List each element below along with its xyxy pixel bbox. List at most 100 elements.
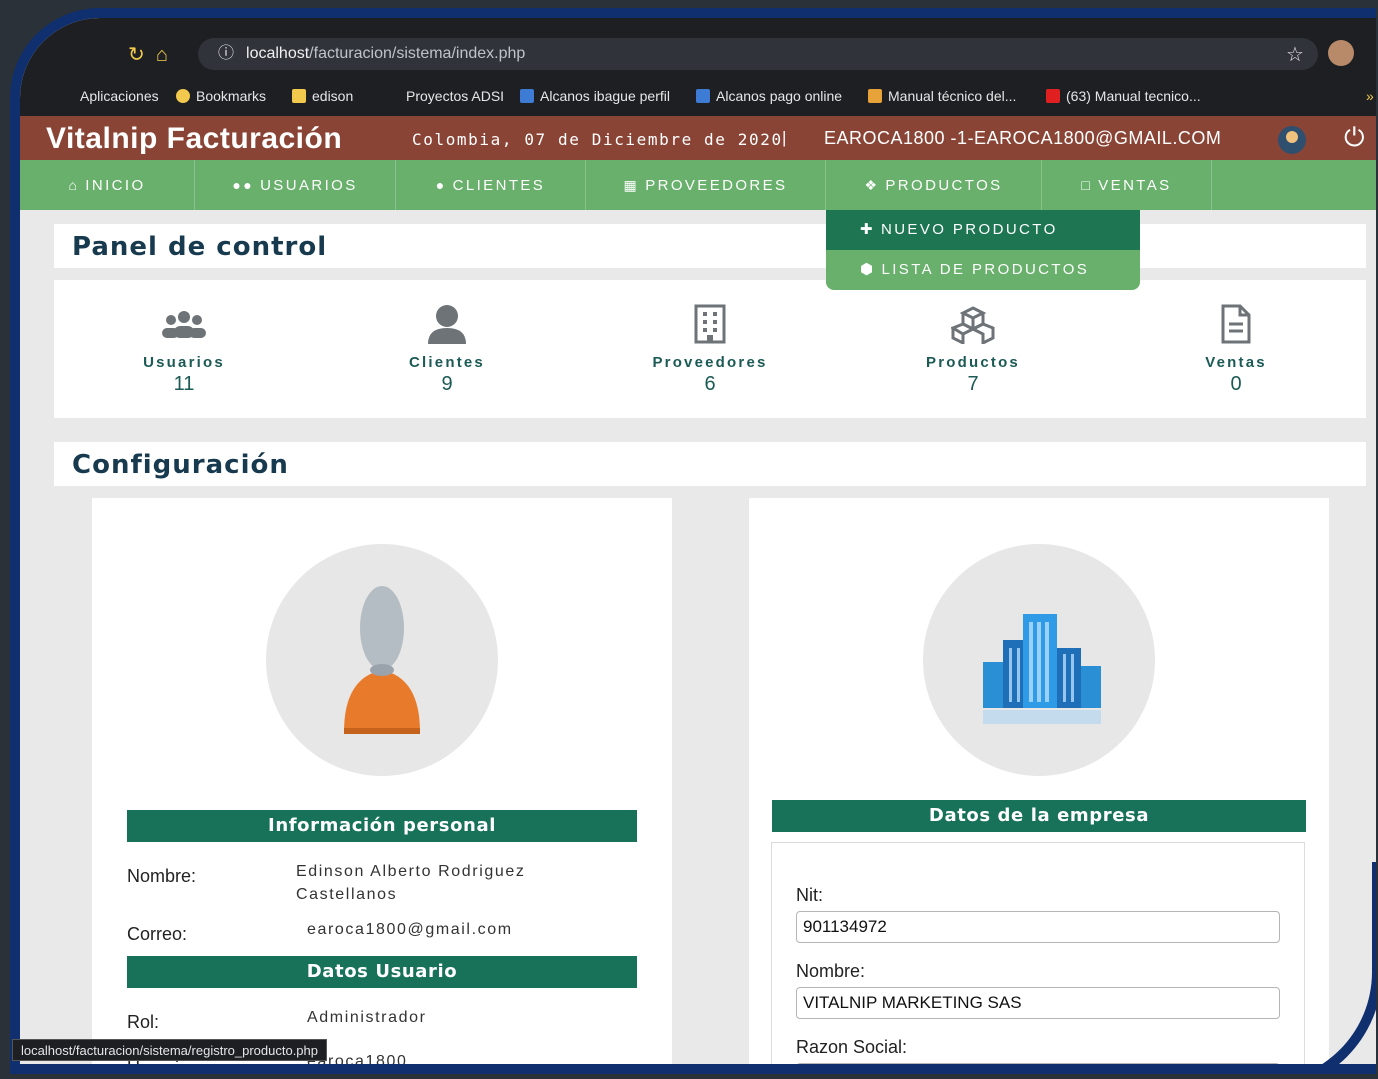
stat-proveedores[interactable]: Proveedores 6 bbox=[610, 300, 810, 396]
role-label: Rol: bbox=[127, 1012, 160, 1032]
stat-value: 9 bbox=[441, 373, 453, 395]
bookmark-label: Bookmarks bbox=[196, 88, 267, 104]
bookmark-label: Alcanos ibague perfil bbox=[540, 88, 670, 104]
address-bar[interactable]: ⓘ localhost/facturacion/sistema/index.php bbox=[198, 38, 1318, 70]
company-name-input[interactable] bbox=[796, 987, 1280, 1019]
app-title: Vitalnip Facturación bbox=[46, 122, 343, 155]
youtube-icon bbox=[1046, 89, 1060, 103]
company-heading: Datos de la empresa bbox=[772, 800, 1306, 832]
main-nav: ⌂ INICIO ●● USUARIOS ● CLIENTES ▦ PROVEEDORE… bbox=[20, 160, 1376, 210]
logout-power-icon[interactable]: ⏻ bbox=[1344, 122, 1365, 154]
bookmark-label: Proyectos ADSI bbox=[406, 88, 505, 104]
name-value-line1: Edinson Alberto Rodriguez bbox=[296, 863, 526, 880]
users-icon: ●● bbox=[232, 177, 255, 193]
personal-card: Información personal Nombre: Edinson Alb… bbox=[92, 498, 672, 1064]
window-frame: ↻ ⌂ ⓘ localhost/facturacion/sistema/index… bbox=[10, 8, 1376, 1074]
nav-label: PROVEEDORES bbox=[645, 177, 788, 194]
config-title-bar: Configuración bbox=[54, 442, 1366, 486]
person-avatar-icon bbox=[344, 586, 420, 734]
stat-usuarios[interactable]: Usuarios 11 bbox=[84, 300, 284, 396]
user-data-heading: Datos Usuario bbox=[127, 956, 637, 988]
stat-label: Productos bbox=[926, 354, 1020, 371]
user-photo bbox=[266, 544, 498, 776]
stat-value: 7 bbox=[967, 373, 979, 395]
app-header: Vitalnip Facturación Colombia, 07 de Dic… bbox=[20, 116, 1376, 160]
header-separator: | bbox=[782, 128, 787, 147]
nit-label: Nit: bbox=[796, 885, 823, 905]
company-photo bbox=[923, 544, 1155, 776]
stat-clientes[interactable]: Clientes 9 bbox=[347, 300, 547, 396]
home-icon: ⌂ bbox=[68, 177, 80, 193]
productos-dropdown: ✚ NUEVO PRODUCTO ⬢ LISTA DE PRODUCTOS bbox=[826, 210, 1140, 290]
company-form: Nit: Nombre: Razon Social: bbox=[771, 842, 1305, 1064]
menu-item-lista-productos[interactable]: ⬢ LISTA DE PRODUCTOS bbox=[826, 250, 1140, 290]
alcanos-icon bbox=[696, 89, 710, 103]
main-content: Panel de control Usuarios 11 Clientes 9 bbox=[20, 210, 1376, 1064]
user-icon bbox=[347, 300, 547, 344]
header-date: Colombia, 07 de Diciembre de 2020 bbox=[412, 130, 783, 149]
bookmark-aplicaciones[interactable]: Aplicaciones bbox=[80, 88, 159, 104]
reload-home-icons[interactable]: ↻ ⌂ bbox=[128, 42, 168, 67]
url-path: /facturacion/sistema/index.php bbox=[309, 45, 526, 62]
bookmark-proyectos-adsi[interactable]: Proyectos ADSI bbox=[406, 88, 504, 104]
cubes-icon: ❖ bbox=[864, 177, 880, 193]
user-avatar-icon[interactable] bbox=[1278, 126, 1306, 154]
stat-value: 0 bbox=[1230, 373, 1242, 395]
cube-icon: ⬢ bbox=[860, 261, 876, 278]
nav-label: USUARIOS bbox=[260, 177, 358, 194]
stat-label: Clientes bbox=[409, 354, 485, 371]
nav-label: CLIENTES bbox=[452, 177, 546, 194]
folder-icon bbox=[292, 89, 306, 103]
name-value-line2: Castellanos bbox=[296, 886, 398, 903]
bookmark-alcanos-perfil[interactable]: Alcanos ibague perfil bbox=[520, 88, 670, 104]
file-icon bbox=[1136, 300, 1336, 344]
config-title: Configuración bbox=[72, 450, 289, 480]
browser-menu-icon[interactable]: ⋮ bbox=[1370, 40, 1376, 65]
razon-social-input[interactable] bbox=[796, 1063, 1280, 1064]
file-icon: □ bbox=[1081, 177, 1093, 193]
building-icon: ▦ bbox=[623, 177, 640, 193]
profile-avatar-icon[interactable] bbox=[1328, 40, 1354, 66]
name-label: Nombre: bbox=[127, 866, 197, 886]
nav-clientes[interactable]: ● CLIENTES bbox=[396, 160, 586, 210]
doc-icon bbox=[868, 89, 882, 103]
stat-productos[interactable]: Productos 7 bbox=[873, 300, 1073, 396]
bookmark-bookmarks[interactable]: Bookmarks bbox=[176, 88, 266, 104]
menu-item-nuevo-producto[interactable]: ✚ NUEVO PRODUCTO bbox=[826, 210, 1140, 250]
bookmark-alcanos-pago[interactable]: Alcanos pago online bbox=[696, 88, 842, 104]
nav-productos[interactable]: ❖ PRODUCTOS bbox=[826, 160, 1042, 210]
header-user: EAROCA1800 -1-EAROCA1800@GMAIL.COM bbox=[824, 128, 1222, 148]
razon-social-label: Razon Social: bbox=[796, 1037, 908, 1057]
buildings-icon bbox=[983, 614, 1101, 724]
bookmark-label: Alcanos pago online bbox=[716, 88, 843, 104]
bookmark-label: Manual técnico del... bbox=[888, 88, 1017, 104]
nit-input[interactable] bbox=[796, 911, 1280, 943]
bookmark-edison[interactable]: edison bbox=[292, 88, 353, 104]
bookmark-label: (63) Manual tecnico... bbox=[1066, 88, 1201, 104]
email-value: earoca1800@gmail.com bbox=[307, 921, 513, 938]
plus-icon: ✚ bbox=[860, 221, 875, 238]
nav-proveedores[interactable]: ▦ PROVEEDORES bbox=[586, 160, 826, 210]
nav-label: INICIO bbox=[85, 177, 146, 194]
role-value: Administrador bbox=[307, 1009, 427, 1026]
personal-info-heading: Información personal bbox=[127, 810, 637, 842]
info-icon[interactable]: ⓘ bbox=[218, 45, 234, 62]
browser-toolbar: ↻ ⌂ ⓘ localhost/facturacion/sistema/index… bbox=[20, 18, 1376, 76]
building-icon bbox=[610, 300, 810, 344]
nav-inicio[interactable]: ⌂ INICIO bbox=[20, 160, 195, 210]
bookmark-youtube-manual[interactable]: (63) Manual tecnico... bbox=[1046, 88, 1201, 104]
url-host: localhost bbox=[246, 45, 310, 62]
nav-label: PRODUCTOS bbox=[885, 177, 1003, 194]
alcanos-icon bbox=[520, 89, 534, 103]
bookmark-star-icon[interactable]: ☆ bbox=[1286, 42, 1304, 67]
stat-ventas[interactable]: Ventas 0 bbox=[1136, 300, 1336, 396]
stat-label: Usuarios bbox=[143, 354, 225, 371]
nav-ventas[interactable]: □ VENTAS bbox=[1042, 160, 1212, 210]
email-label: Correo: bbox=[127, 924, 188, 944]
bookmark-manual-tecnico[interactable]: Manual técnico del... bbox=[868, 88, 1016, 104]
panel-title-bar: Panel de control bbox=[54, 224, 1366, 268]
user-icon: ● bbox=[435, 177, 447, 193]
nav-usuarios[interactable]: ●● USUARIOS bbox=[195, 160, 396, 210]
stat-value: 6 bbox=[704, 373, 716, 395]
more-bookmarks-icon[interactable]: » bbox=[1366, 88, 1374, 104]
